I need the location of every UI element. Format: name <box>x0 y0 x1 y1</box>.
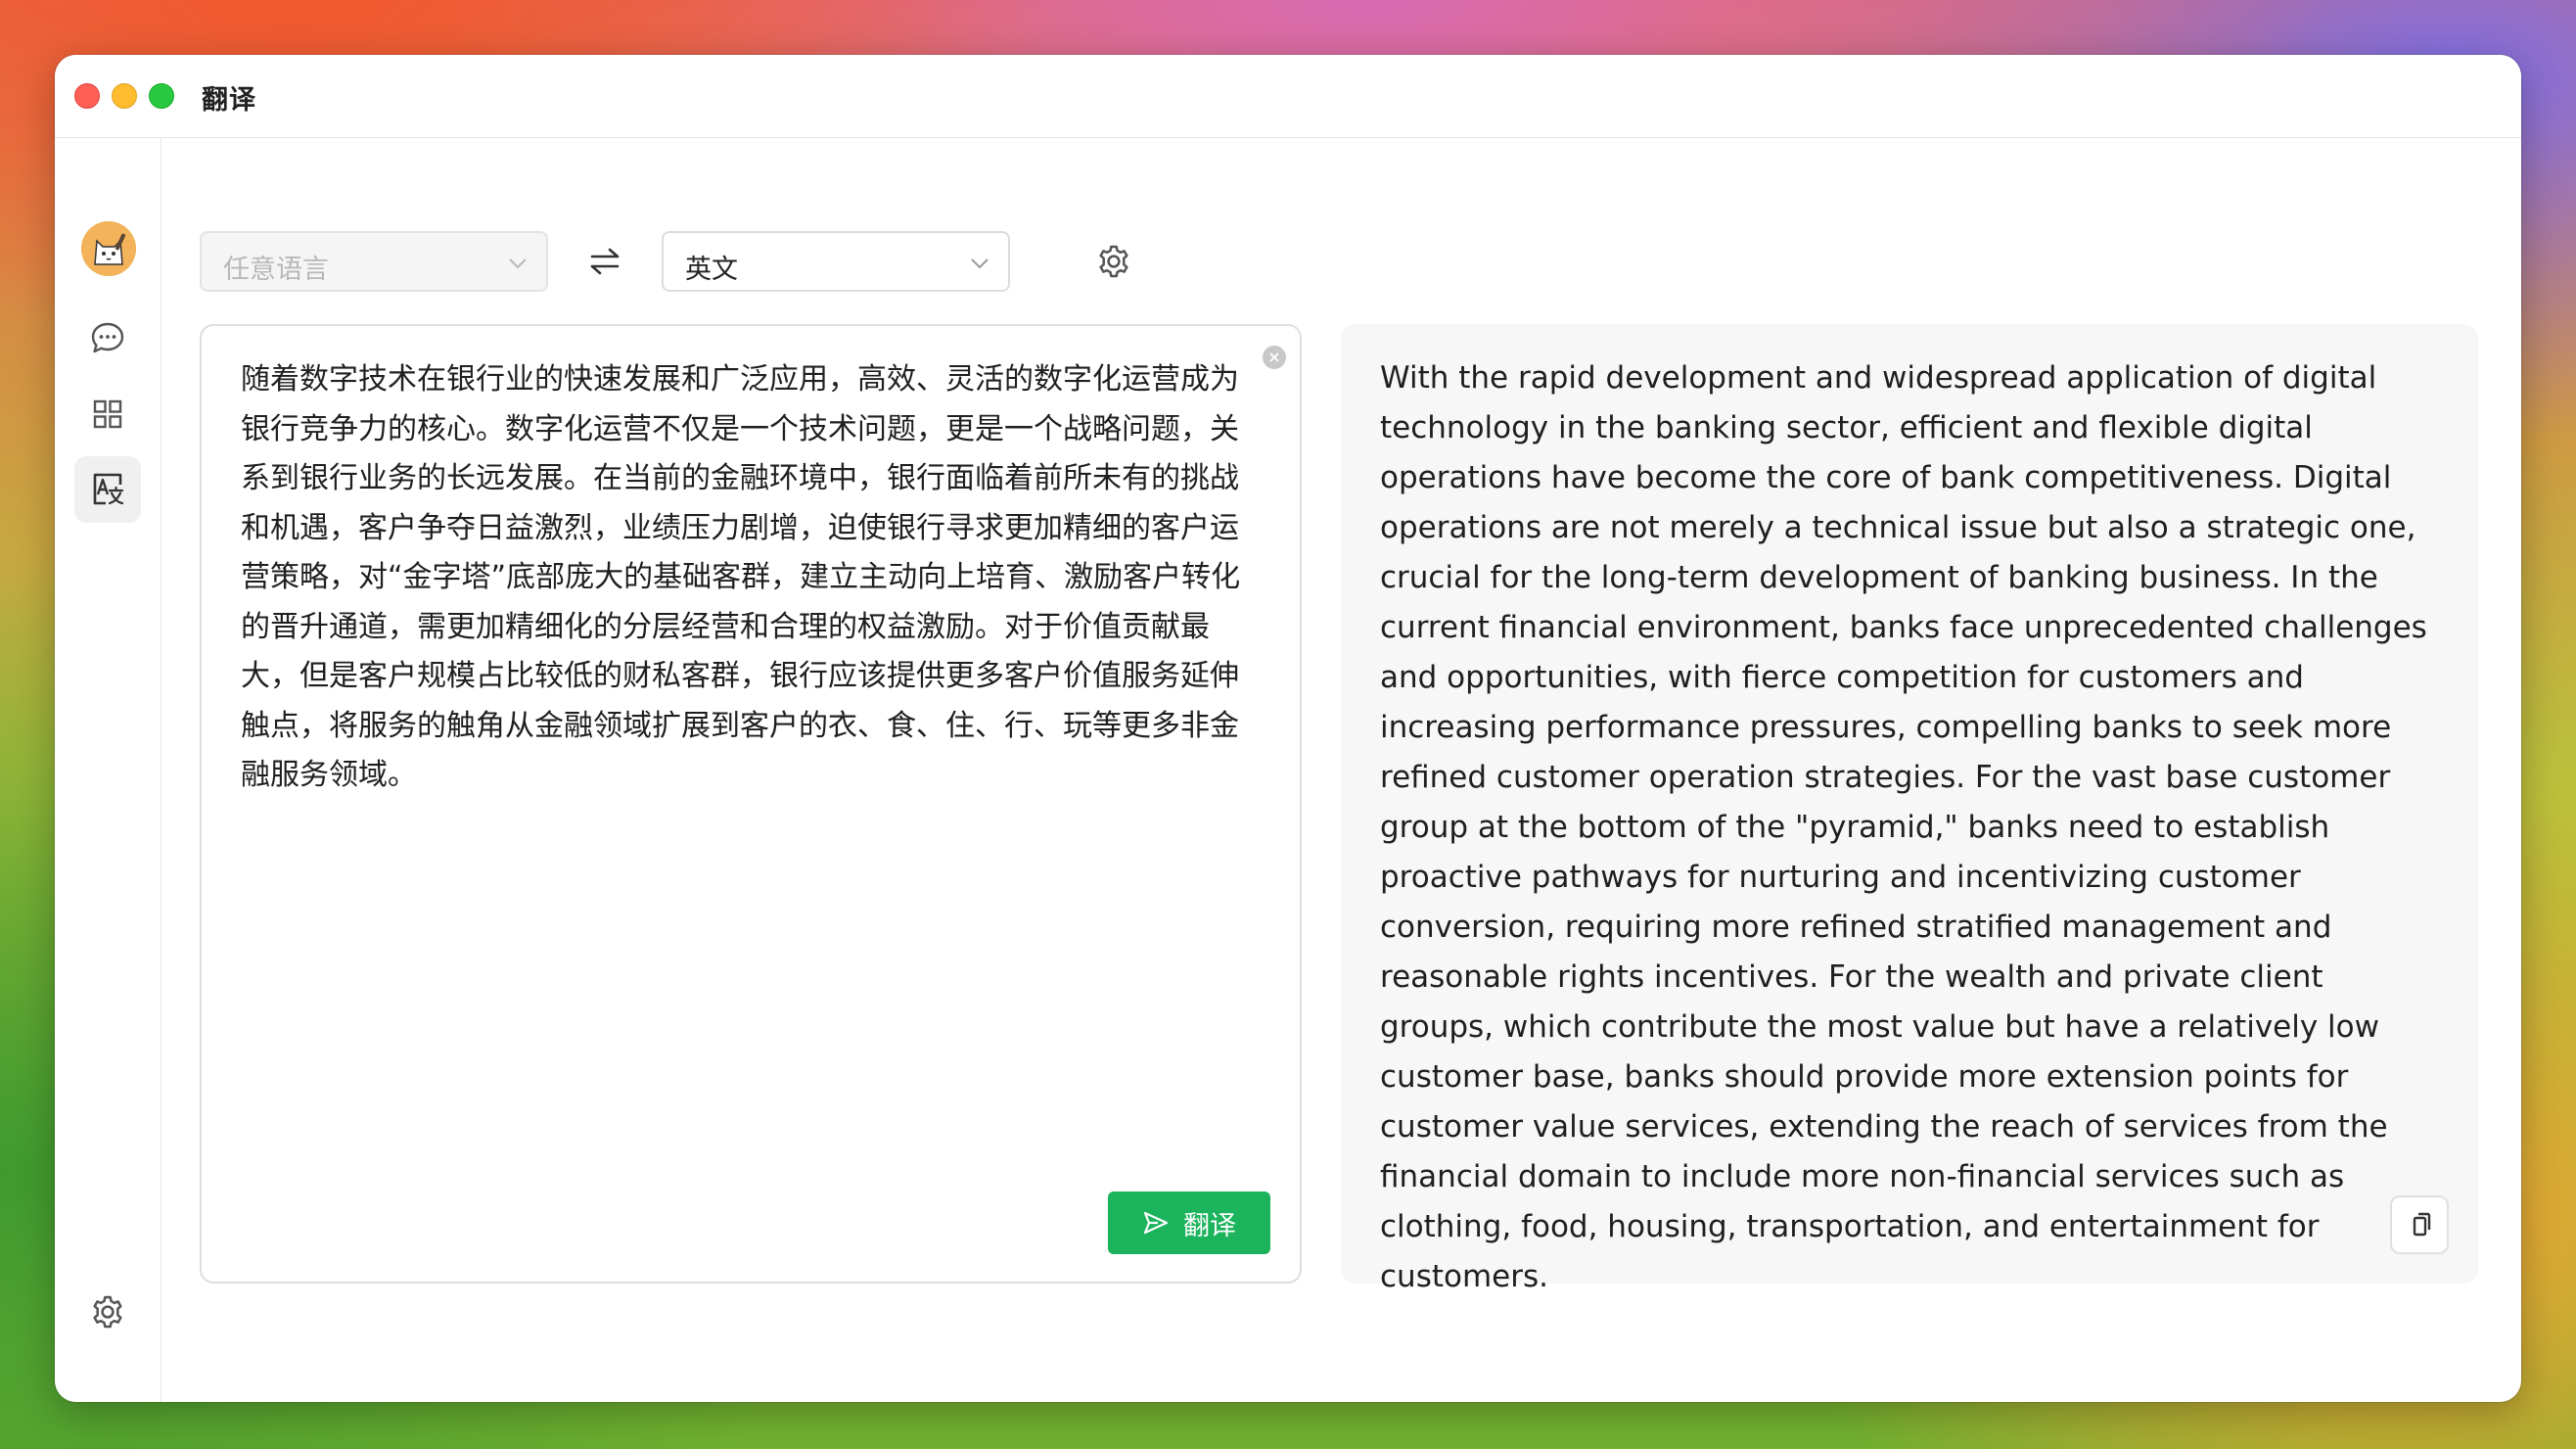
avatar[interactable] <box>81 221 136 276</box>
translate-button-label: 翻译 <box>1183 1210 1236 1241</box>
translate-button[interactable]: 翻译 <box>1108 1192 1270 1254</box>
minimize-window-button[interactable] <box>112 83 137 109</box>
close-window-button[interactable] <box>74 83 100 109</box>
gear-icon <box>93 1295 122 1329</box>
sidebar-item-apps[interactable] <box>74 381 141 447</box>
copy-result-button[interactable] <box>2390 1195 2449 1254</box>
copy-icon <box>2413 1212 2431 1237</box>
source-text[interactable]: 随着数字技术在银行业的快速发展和广泛应用，高效、灵活的数字化运营成为银行竞争力的… <box>241 355 1259 801</box>
window-title: 翻译 <box>202 85 256 115</box>
send-icon <box>1143 1211 1169 1235</box>
source-language-select[interactable]: 任意语言 <box>200 231 548 292</box>
translate-icon <box>93 473 124 505</box>
result-text: With the rapid development and widesprea… <box>1380 360 2427 1294</box>
chat-bubble-icon <box>91 322 124 353</box>
result-panel: With the rapid development and widesprea… <box>1341 324 2478 1294</box>
target-language-select[interactable]: 英文 <box>662 231 1010 292</box>
chevron-down-icon <box>509 258 527 269</box>
title-bar: 翻译 <box>55 55 2521 138</box>
sidebar-item-translate[interactable] <box>74 456 141 523</box>
source-language-label: 任意语言 <box>223 255 329 284</box>
app-window: 翻译 任意语言 英文 随着数字技术在银行业的快速发展和广泛应用，高效、灵活的数字… <box>55 55 2521 1402</box>
translate-panel: 任意语言 英文 随着数字技术在银行业的快速发展和广泛应用，高效、灵活的数字化运营… <box>161 138 2521 1402</box>
translate-settings-button[interactable] <box>1092 240 1135 283</box>
swap-arrows-icon <box>590 248 620 275</box>
sidebar-settings-button[interactable] <box>74 1279 141 1345</box>
chevron-down-icon <box>971 258 989 269</box>
gear-icon <box>1099 245 1128 278</box>
sidebar <box>55 138 161 1402</box>
swap-languages-button[interactable] <box>583 240 626 283</box>
cat-avatar-icon <box>81 221 136 276</box>
target-language-label: 英文 <box>685 255 738 284</box>
source-text-area[interactable]: 随着数字技术在银行业的快速发展和广泛应用，高效、灵活的数字化运营成为银行竞争力的… <box>200 324 1302 1284</box>
clear-text-button[interactable] <box>1263 346 1286 369</box>
close-icon <box>1269 352 1279 362</box>
zoom-window-button[interactable] <box>149 83 174 109</box>
sidebar-item-chat[interactable] <box>74 304 141 371</box>
grid-icon <box>93 399 122 429</box>
